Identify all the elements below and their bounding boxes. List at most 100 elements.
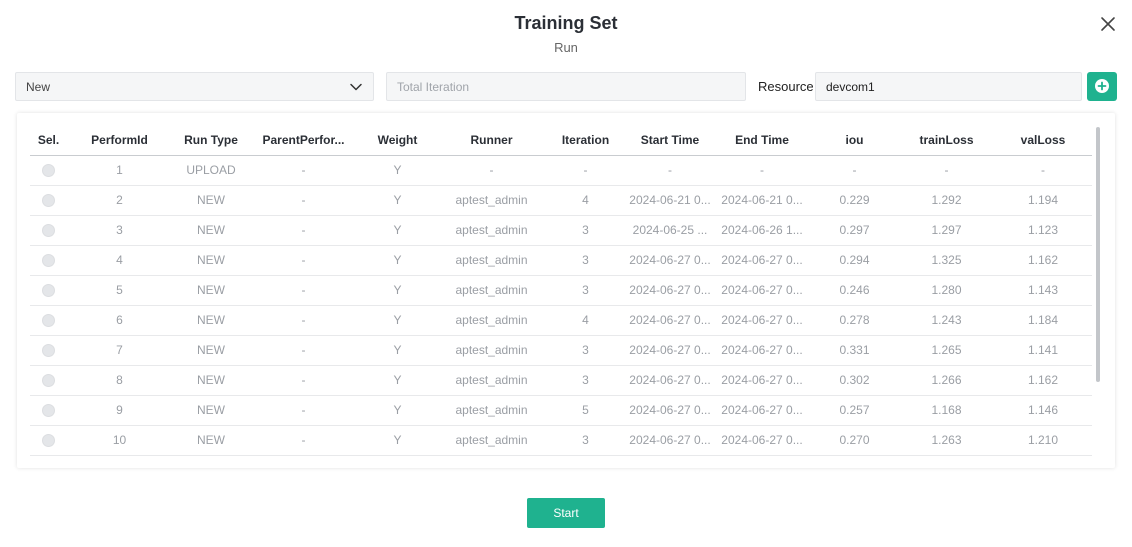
column-header: PerformId [67, 125, 172, 156]
table-cell: 2024-06-27 0... [626, 335, 714, 366]
row-select-radio[interactable] [42, 404, 55, 418]
table-cell: 0.294 [810, 245, 899, 276]
column-header: Iteration [545, 125, 626, 156]
table-cell: Y [357, 305, 438, 336]
table-cell: Y [357, 155, 438, 186]
table-row[interactable]: 5 NEW - Yaptest_admin 3 2024-06-27 0... 2024-0… [30, 275, 1092, 306]
table-cell: 4 [67, 245, 172, 276]
perform-table-card: Sel. PerformId Run Type ParentPerfor... Weig… [17, 113, 1115, 468]
table-cell: 2 [67, 185, 172, 216]
table-cell: - [250, 365, 357, 396]
table-cell: aptest_admin [438, 335, 545, 366]
table-cell: 1.146 [994, 395, 1092, 426]
table-cell: 9 [67, 395, 172, 426]
row-select-radio[interactable] [42, 314, 55, 328]
table-cell: 4 [545, 185, 626, 216]
table-cell: 1.263 [899, 425, 994, 456]
table-cell: aptest_admin [438, 215, 545, 246]
table-row[interactable]: 9 NEW - Yaptest_admin 5 2024-06-27 0... 2024-0… [30, 395, 1092, 426]
table-cell: 5 [67, 275, 172, 306]
add-resource-button[interactable] [1087, 72, 1117, 101]
table-cell: 8 [67, 365, 172, 396]
row-select-radio[interactable] [42, 194, 55, 208]
close-icon[interactable] [1098, 14, 1118, 34]
table-cell: 6 [67, 305, 172, 336]
table-cell: 2024-06-27 0... [714, 305, 810, 336]
table-cell: - [250, 425, 357, 456]
table-cell: 3 [545, 215, 626, 246]
table-cell: Y [357, 215, 438, 246]
table-cell: - [438, 155, 545, 186]
table-cell: 7 [67, 335, 172, 366]
start-button[interactable]: Start [527, 498, 605, 528]
table-cell: - [250, 155, 357, 186]
table-cell: 2024-06-21 0... [626, 185, 714, 216]
table-row[interactable]: 1 UPLOAD - Y - - - - - - - [30, 155, 1092, 186]
table-cell: Y [357, 275, 438, 306]
table-cell: 3 [545, 245, 626, 276]
table-row[interactable]: 8 NEW - Yaptest_admin 3 2024-06-27 0... 2024-0… [30, 365, 1092, 396]
resource-input[interactable] [815, 72, 1082, 101]
table-cell: aptest_admin [438, 365, 545, 396]
table-cell: 0.257 [810, 395, 899, 426]
table-cell: Y [357, 425, 438, 456]
table-cell: - [994, 155, 1092, 186]
column-header: Start Time [626, 125, 714, 156]
table-cell: 1.162 [994, 365, 1092, 396]
column-header: Run Type [172, 125, 250, 156]
table-cell: - [545, 155, 626, 186]
table-cell: 5 [545, 395, 626, 426]
table-cell: 1 [67, 155, 172, 186]
dialog-title: Training Set [514, 13, 618, 33]
table-cell: UPLOAD [172, 155, 250, 186]
dialog-subtitle: Run [554, 40, 578, 55]
select-cell [30, 245, 67, 276]
select-cell [30, 185, 67, 216]
table-row[interactable]: 2 NEW - Yaptest_admin 4 2024-06-21 0... 2024-0… [30, 185, 1092, 216]
row-select-radio[interactable] [42, 284, 55, 298]
table-cell: 2024-06-21 0... [714, 185, 810, 216]
row-select-radio[interactable] [42, 374, 55, 388]
table-row[interactable]: 4 NEW - Yaptest_admin 3 2024-06-27 0... 2024-0… [30, 245, 1092, 276]
table-cell: 2024-06-27 0... [626, 305, 714, 336]
table-cell: 1.265 [899, 335, 994, 366]
table-header-row: Sel. PerformId Run Type ParentPerfor... Weig… [30, 125, 1092, 156]
total-iteration-input[interactable] [386, 72, 746, 101]
table-cell: 1.141 [994, 335, 1092, 366]
table-row[interactable]: 10 NEW - Yaptest_admin 3 2024-06-27 0... 2024-… [30, 425, 1092, 456]
table-cell: aptest_admin [438, 395, 545, 426]
table-cell: 2024-06-27 0... [714, 335, 810, 366]
row-select-radio[interactable] [42, 224, 55, 238]
table-cell: 0.297 [810, 215, 899, 246]
table-cell: 1.243 [899, 305, 994, 336]
table-cell: 2024-06-27 0... [626, 275, 714, 306]
chevron-down-icon [349, 80, 363, 94]
table-cell: 0.246 [810, 275, 899, 306]
table-cell: Y [357, 395, 438, 426]
table-row[interactable]: 3 NEW - Yaptest_admin 3 2024-06-25 ... 2024-06… [30, 215, 1092, 246]
table-cell: 4 [545, 305, 626, 336]
row-select-radio[interactable] [42, 254, 55, 268]
select-cell [30, 305, 67, 336]
table-row[interactable]: 7 NEW - Yaptest_admin 3 2024-06-27 0... 2024-0… [30, 335, 1092, 366]
run-type-select[interactable]: New [15, 72, 374, 101]
row-select-radio[interactable] [42, 344, 55, 358]
table-cell: 1.292 [899, 185, 994, 216]
table-cell: aptest_admin [438, 275, 545, 306]
table-cell: 10 [67, 425, 172, 456]
table-cell: NEW [172, 275, 250, 306]
table-scrollbar[interactable] [1096, 127, 1100, 382]
table-cell: 1.266 [899, 365, 994, 396]
row-select-radio[interactable] [42, 164, 55, 178]
table-cell: aptest_admin [438, 185, 545, 216]
table-cell: 3 [545, 335, 626, 366]
column-header: valLoss [994, 125, 1092, 156]
table-cell: - [250, 305, 357, 336]
table-row[interactable]: 6 NEW - Yaptest_admin 4 2024-06-27 0... 2024-0… [30, 305, 1092, 336]
table-cell: - [899, 155, 994, 186]
row-select-radio[interactable] [42, 434, 55, 448]
table-cell: 1.184 [994, 305, 1092, 336]
table-cell: 1.143 [994, 275, 1092, 306]
table-cell: 2024-06-27 0... [714, 245, 810, 276]
column-header: iou [810, 125, 899, 156]
